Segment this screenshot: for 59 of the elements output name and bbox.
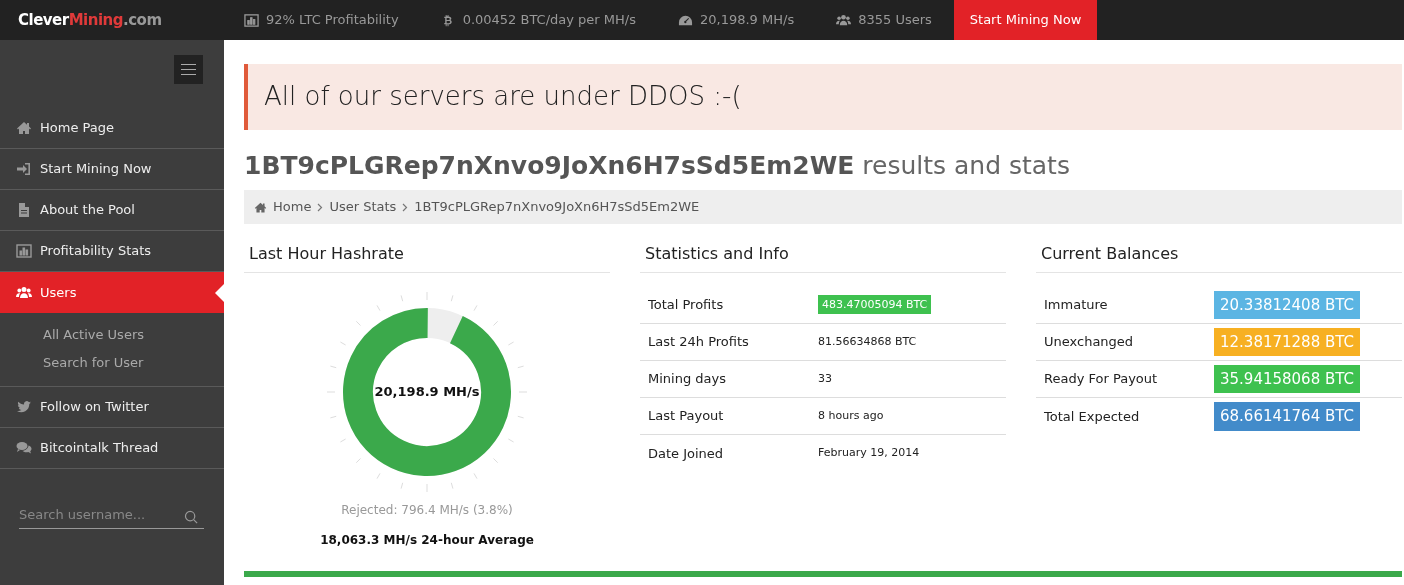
users-icon: [836, 12, 852, 28]
row-value: February 19, 2014: [818, 446, 920, 460]
document-icon: [16, 202, 32, 218]
row-label: Unexchanged: [1044, 333, 1135, 352]
chat-icon: [16, 440, 32, 456]
stat-text: 0.00452 BTC/day per MH/s: [462, 11, 636, 30]
stat-text: 8355 Users: [858, 11, 932, 30]
search-field[interactable]: Search username...: [19, 505, 204, 529]
balance-value: 68.66141764 BTC: [1214, 402, 1361, 431]
row-label: Last 24h Profits: [648, 333, 750, 352]
balance-value: 20.33812408 BTC: [1214, 290, 1361, 320]
sidebar-item[interactable]: About the Pool: [0, 190, 224, 231]
stat-text: 20,198.9 MH/s: [700, 11, 795, 30]
row-value: 81.56634868 BTC: [818, 334, 917, 348]
start-mining-button[interactable]: Start Mining Now: [953, 0, 1098, 40]
value-badge: 483.47005094 BTC: [818, 294, 932, 314]
row-label: Last Payout: [648, 407, 725, 426]
page-heading: 1BT9cPLGRep7nXnvo9JoXn6H7sSd5Em2WE results and stats: [244, 150, 1070, 180]
site-logo[interactable]: CleverMining.com: [0, 8, 224, 32]
row-label: Total Expected: [1044, 407, 1141, 426]
stat-text: 92% LTC Profitability: [266, 11, 399, 30]
panel-title: Statistics and Info: [640, 237, 1006, 273]
panel-title: Last Hour Hashrate: [244, 237, 610, 273]
chevron-icon: [402, 202, 409, 212]
row-value: 33: [818, 371, 832, 385]
row-label: Date Joined: [648, 444, 725, 463]
alert-message: All of our servers are under DDOS :-(: [244, 64, 1402, 130]
panel-title: Current Balances: [1036, 237, 1402, 273]
row-label: Immature: [1044, 296, 1109, 315]
submenu-item[interactable]: Search for User: [43, 348, 224, 376]
row-label: Mining days: [648, 370, 727, 389]
chevron-icon: [317, 202, 324, 212]
row-label: Ready For Payout: [1044, 370, 1159, 389]
rejected-text: Rejected: 796.4 MH/s (3.8%): [340, 501, 514, 519]
breadcrumb-link[interactable]: User Stats: [329, 197, 397, 217]
breadcrumb-current: 1BT9cPLGRep7nXnvo9JoXn6H7sSd5Em2WE: [414, 198, 700, 217]
search-icon[interactable]: [184, 509, 198, 524]
menu-icon: [181, 64, 196, 75]
row-label: Total Profits: [648, 296, 725, 315]
balance-value: 35.94158068 BTC: [1214, 364, 1361, 394]
sidebar-item[interactable]: Start Mining Now: [0, 149, 224, 190]
sidebar-item[interactable]: Bitcointalk Thread: [0, 428, 224, 469]
menu-toggle-button[interactable]: [174, 55, 203, 84]
sidebar-item[interactable]: Home Page: [0, 108, 224, 149]
home-icon: [16, 120, 32, 136]
row-value: 8 hours ago: [818, 408, 884, 422]
balance-value: 12.38171288 BTC: [1214, 327, 1361, 357]
sign-in-icon: [16, 161, 32, 177]
chart-icon: [244, 12, 259, 28]
breadcrumb-link[interactable]: Home: [273, 197, 312, 217]
home-icon: [254, 200, 267, 214]
submenu-item[interactable]: All Active Users: [43, 321, 224, 349]
average-text: 18,063.3 MH/s 24-hour Average: [319, 531, 535, 549]
sidebar-item[interactable]: Users: [0, 272, 224, 313]
users-icon: [16, 284, 32, 301]
sidebar-item[interactable]: Follow on Twitter: [0, 387, 224, 428]
active-indicator: [215, 284, 224, 302]
chart-icon: [16, 243, 32, 259]
twitter-icon: [16, 399, 32, 415]
